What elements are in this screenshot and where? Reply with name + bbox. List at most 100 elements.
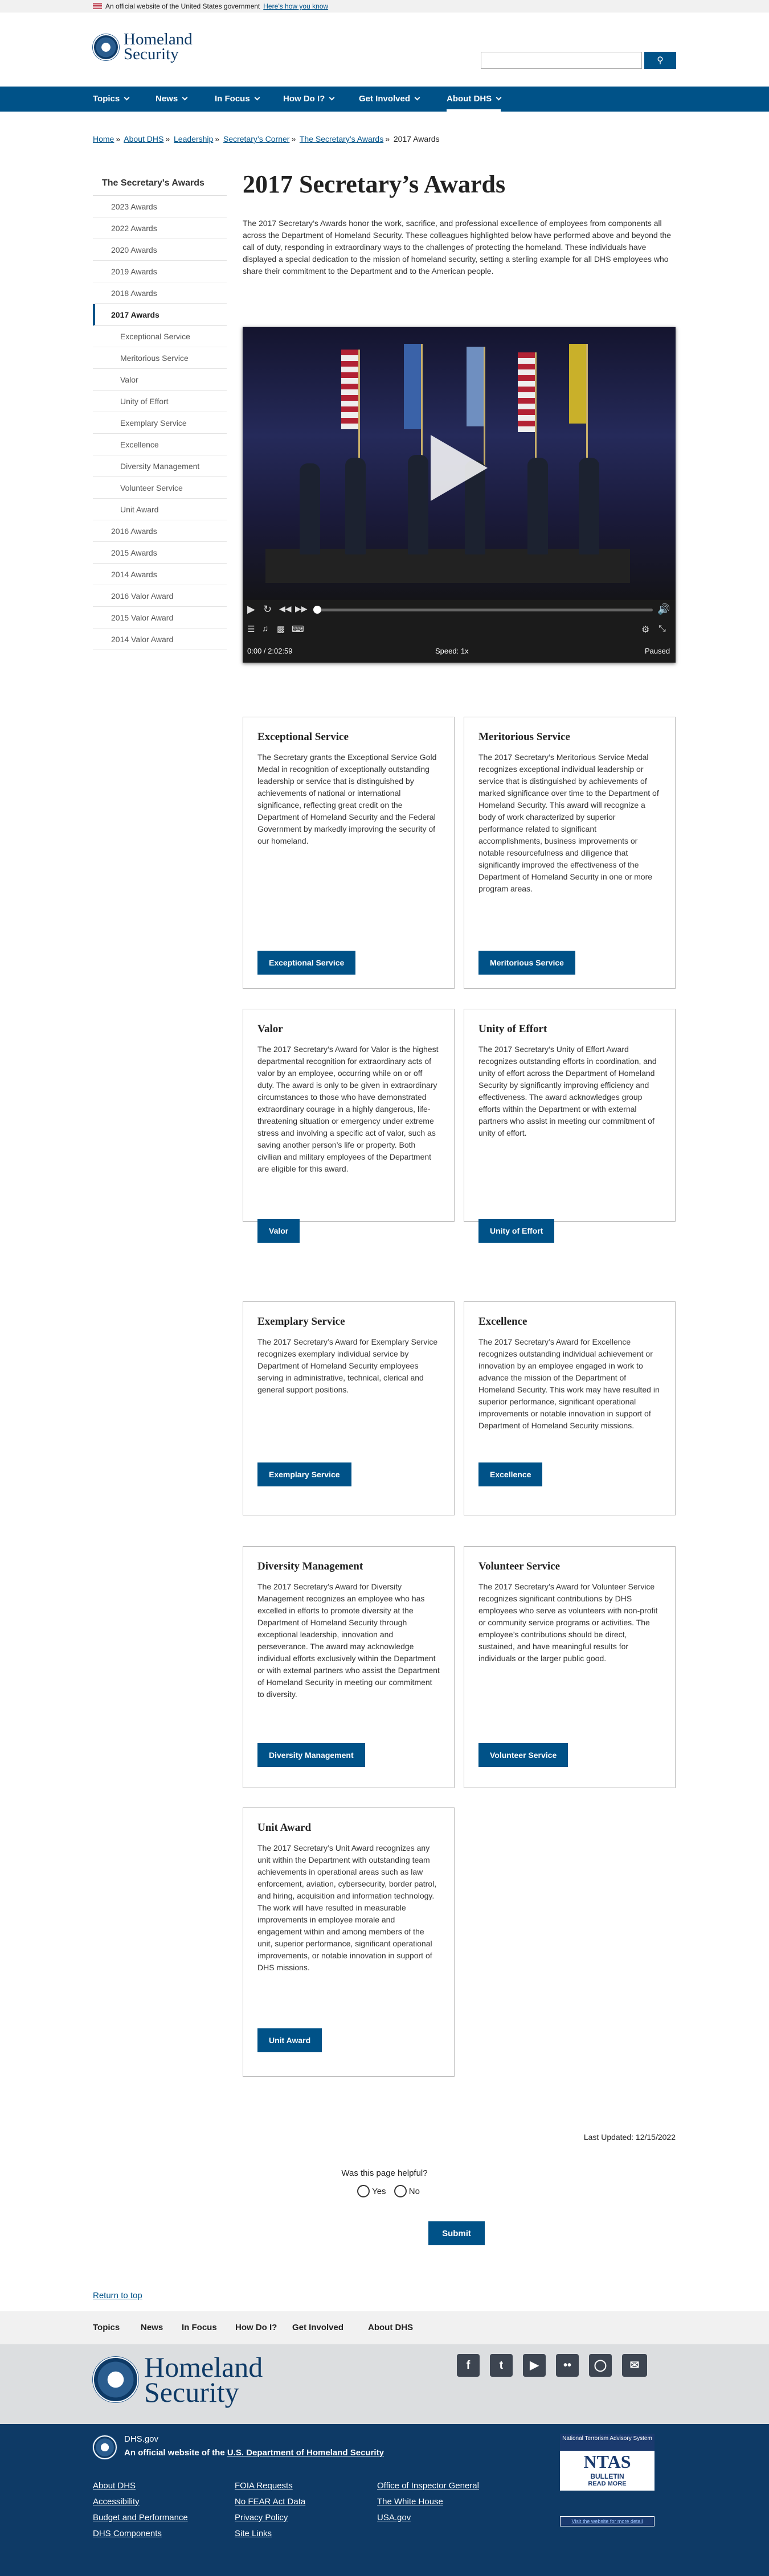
- video-frame[interactable]: [243, 327, 676, 600]
- return-to-top-link[interactable]: Return to top: [93, 2291, 142, 2300]
- play-overlay-icon[interactable]: [431, 435, 488, 501]
- footer-link-foia-requests[interactable]: FOIA Requests: [235, 2481, 293, 2491]
- sidenav-item-unit-award[interactable]: Unit Award: [93, 499, 227, 520]
- youtube-icon[interactable]: ▶: [523, 2354, 546, 2377]
- award-card-meritorious-service: Meritorious Service The 2017 Secretary’s …: [464, 717, 676, 989]
- nav-topics[interactable]: Topics: [93, 87, 130, 112]
- captions-icon[interactable]: ▩: [277, 624, 285, 634]
- footer-link-the-white-house[interactable]: The White House: [377, 2497, 443, 2507]
- breadcrumb-leadership[interactable]: Leadership: [174, 134, 213, 143]
- heres-how-you-know-link[interactable]: Here’s how you know: [263, 2, 328, 10]
- ntas-badge[interactable]: National Terrorism Advisory System NTAS …: [560, 2434, 655, 2491]
- footer-nav-news[interactable]: News: [141, 2311, 163, 2344]
- nav-how-do-i[interactable]: How Do I?: [283, 87, 335, 112]
- sidenav-item-2018-awards[interactable]: 2018 Awards: [93, 282, 227, 304]
- volume-icon[interactable]: 🔊: [657, 603, 670, 615]
- twitter-icon[interactable]: t: [490, 2354, 513, 2377]
- sidenav-item-2020-awards[interactable]: 2020 Awards: [93, 239, 227, 261]
- sidenav-item-2015-awards[interactable]: 2015 Awards: [93, 542, 227, 564]
- footer-link-dhs-components[interactable]: DHS Components: [93, 2529, 162, 2538]
- sidenav-item-unity-of-effort[interactable]: Unity of Effort: [93, 391, 227, 412]
- breadcrumb-about-dhs[interactable]: About DHS: [124, 134, 163, 143]
- ntas-visit-link[interactable]: Visit the website for more detail: [560, 2516, 655, 2526]
- video-progress-bar[interactable]: [313, 606, 653, 614]
- nav-about-dhs[interactable]: About DHS: [447, 87, 502, 112]
- ntas-read-more: READ MORE: [588, 2480, 627, 2487]
- video-player[interactable]: ▶ ↻ ◀◀ ▶▶ 🔊 ☰ ♫ ▩ ⌨ ⚙ ⤡ 0:00 / 2:02:59 S…: [243, 327, 676, 663]
- breadcrumb-secretarys-corner[interactable]: Secretary’s Corner: [223, 134, 289, 143]
- rewind-icon[interactable]: ◀◀: [279, 604, 292, 614]
- search-input[interactable]: [481, 52, 642, 69]
- footer-link-privacy-policy[interactable]: Privacy Policy: [235, 2513, 288, 2522]
- footer-link-accessibility[interactable]: Accessibility: [93, 2497, 140, 2507]
- sidenav-item-diversity-management[interactable]: Diversity Management: [93, 455, 227, 477]
- exemplary-service-button[interactable]: Exemplary Service: [257, 1462, 351, 1486]
- valor-button[interactable]: Valor: [257, 1219, 300, 1243]
- sidenav-item-2016-awards[interactable]: 2016 Awards: [93, 520, 227, 542]
- breadcrumb-secretarys-awards[interactable]: The Secretary’s Awards: [300, 134, 383, 143]
- keyboard-icon[interactable]: ⌨: [292, 624, 304, 634]
- nav-get-involved[interactable]: Get Involved: [359, 87, 420, 112]
- breadcrumb-home[interactable]: Home: [93, 134, 114, 143]
- volunteer-service-button[interactable]: Volunteer Service: [478, 1743, 568, 1767]
- feedback-submit-button[interactable]: Submit: [428, 2221, 485, 2245]
- meritorious-service-button[interactable]: Meritorious Service: [478, 951, 575, 975]
- play-icon[interactable]: ▶: [247, 603, 255, 615]
- nav-in-focus[interactable]: In Focus: [215, 87, 260, 112]
- sidenav-item-volunteer-service[interactable]: Volunteer Service: [93, 477, 227, 499]
- award-card-body: The Secretary grants the Exceptional Ser…: [257, 753, 437, 845]
- exceptional-service-button[interactable]: Exceptional Service: [257, 951, 356, 975]
- feedback-yes-radio[interactable]: [357, 2185, 370, 2197]
- settings-icon[interactable]: ⚙: [641, 624, 649, 635]
- dhs-logo[interactable]: Homeland Security: [93, 31, 193, 62]
- unity-of-effort-button[interactable]: Unity of Effort: [478, 1219, 555, 1243]
- footer-nav-topics[interactable]: Topics: [93, 2311, 120, 2344]
- footer-link-budget-and-performance[interactable]: Budget and Performance: [93, 2513, 188, 2522]
- footer-nav-get-involved[interactable]: Get Involved: [292, 2311, 343, 2344]
- footer-link-office-of-inspector-general[interactable]: Office of Inspector General: [377, 2481, 479, 2491]
- facebook-icon[interactable]: f: [457, 2354, 480, 2377]
- sidenav-item-2016-valor-award[interactable]: 2016 Valor Award: [93, 585, 227, 607]
- sidenav-item-2017-awards[interactable]: 2017 Awards: [93, 304, 227, 326]
- award-card-unit-award: Unit Award The 2017 Secretary’s Unit Awar…: [243, 1807, 455, 2077]
- sidenav-item-excellence[interactable]: Excellence: [93, 434, 227, 455]
- footer-nav-how-do-i[interactable]: How Do I?: [235, 2311, 277, 2344]
- sidenav-item-meritorious-service[interactable]: Meritorious Service: [93, 347, 227, 369]
- instagram-icon[interactable]: ◯: [589, 2354, 612, 2377]
- search-button[interactable]: ⚲: [644, 52, 676, 69]
- sidenav-item-exemplary-service[interactable]: Exemplary Service: [93, 412, 227, 434]
- footer-dhs-logo[interactable]: Homeland Security: [93, 2353, 263, 2406]
- excellence-button[interactable]: Excellence: [478, 1462, 543, 1486]
- award-card-body: The 2017 Secretary’s Award for Diversity…: [257, 1582, 440, 1699]
- diversity-management-button[interactable]: Diversity Management: [257, 1743, 365, 1767]
- feedback-form: Was this page helpful? Yes No: [0, 2168, 769, 2197]
- sidenav-item-2015-valor-award[interactable]: 2015 Valor Award: [93, 607, 227, 628]
- sidenav-item-2023-awards[interactable]: 2023 Awards: [93, 196, 227, 217]
- feedback-no-radio[interactable]: [394, 2185, 407, 2197]
- audio-description-icon[interactable]: ♫: [262, 624, 268, 634]
- sidenav-item-2014-awards[interactable]: 2014 Awards: [93, 564, 227, 585]
- footer-link-about-dhs[interactable]: About DHS: [93, 2481, 136, 2491]
- sidenav-header[interactable]: The Secretary's Awards: [93, 171, 227, 196]
- nav-news[interactable]: News: [156, 87, 188, 112]
- sidenav-item-valor[interactable]: Valor: [93, 369, 227, 391]
- sidenav-item-2014-valor-award[interactable]: 2014 Valor Award: [93, 628, 227, 650]
- sidenav-item-2019-awards[interactable]: 2019 Awards: [93, 261, 227, 282]
- sidenav-item-exceptional-service[interactable]: Exceptional Service: [93, 326, 227, 347]
- fullscreen-icon[interactable]: ⤡: [658, 624, 666, 634]
- footer-official-link[interactable]: U.S. Department of Homeland Security: [227, 2448, 384, 2458]
- video-speed: Speed: 1x: [435, 647, 469, 655]
- unit-award-button[interactable]: Unit Award: [257, 2028, 322, 2052]
- footer-nav-about-dhs[interactable]: About DHS: [368, 2311, 413, 2344]
- replay-icon[interactable]: ↻: [263, 603, 272, 615]
- sidenav-item-2022-awards[interactable]: 2022 Awards: [93, 217, 227, 239]
- video-progress-handle[interactable]: [313, 606, 321, 614]
- footer-link-usa-gov[interactable]: USA.gov: [377, 2513, 411, 2522]
- footer-nav-in-focus[interactable]: In Focus: [182, 2311, 217, 2344]
- forward-icon[interactable]: ▶▶: [295, 604, 308, 614]
- email-icon[interactable]: ✉: [622, 2354, 647, 2377]
- flickr-icon[interactable]: ••: [556, 2354, 579, 2377]
- transcript-icon[interactable]: ☰: [247, 624, 255, 634]
- footer-link-site-links[interactable]: Site Links: [235, 2529, 272, 2538]
- footer-link-no-fear-act-data[interactable]: No FEAR Act Data: [235, 2497, 305, 2507]
